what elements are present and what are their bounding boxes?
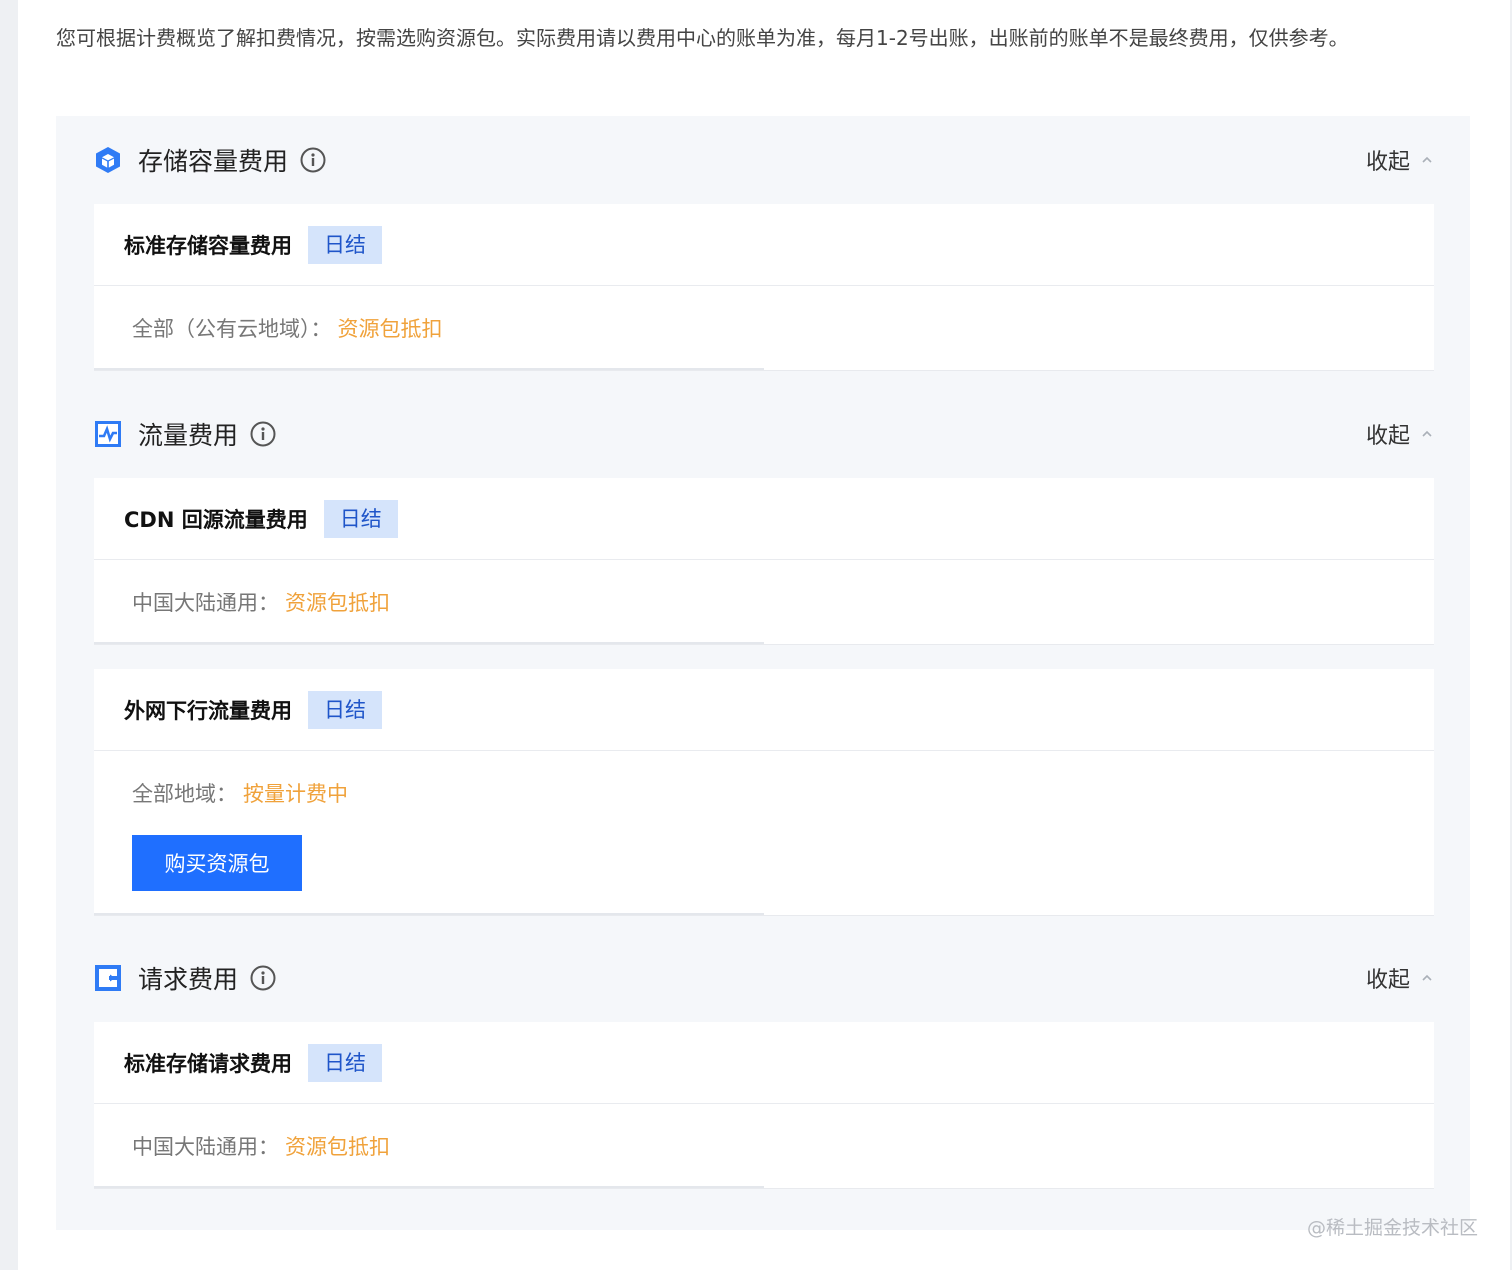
section-title-requests: 请求费用 — [138, 965, 239, 994]
billing-row: 全部地域： 按量计费中 — [132, 751, 1396, 835]
card-body: 中国大陆通用： 资源包抵扣 — [94, 1104, 1434, 1188]
section-title-storage: 存储容量费用 — [138, 147, 289, 176]
settlement-tag: 日结 — [308, 1043, 382, 1082]
card-title: 标准存储请求费用 — [124, 1051, 292, 1076]
billing-row: 中国大陆通用： 资源包抵扣 — [132, 560, 1396, 644]
section-header-traffic: 流量费用 收起 — [94, 414, 1434, 454]
section-header-storage: 存储容量费用 收起 — [94, 140, 1434, 180]
billing-row: 中国大陆通用： 资源包抵扣 — [132, 1104, 1396, 1188]
row-value: 资源包抵扣 — [285, 591, 390, 615]
cube-icon — [94, 146, 122, 174]
intro-text: 您可根据计费概览了解扣费情况，按需选购资源包。实际费用请以费用中心的账单为准，每… — [56, 26, 1349, 50]
card-title: 外网下行流量费用 — [124, 698, 292, 723]
card-header: 标准存储容量费用 日结 — [94, 204, 1434, 286]
watermark: @稀土掘金技术社区 — [1306, 1217, 1478, 1239]
divider — [94, 913, 764, 915]
card-standard-storage: 标准存储容量费用 日结 全部（公有云地域）： 资源包抵扣 — [94, 204, 1434, 370]
collapse-button-storage[interactable]: 收起 — [1366, 140, 1434, 180]
request-icon — [94, 964, 122, 992]
buy-resource-pack-button[interactable]: 购买资源包 — [132, 835, 302, 891]
card-header: 标准存储请求费用 日结 — [94, 1022, 1434, 1104]
chevron-up-icon — [1420, 153, 1434, 167]
card-header: 外网下行流量费用 日结 — [94, 669, 1434, 751]
divider — [94, 1186, 764, 1188]
divider — [94, 368, 764, 370]
billing-row: 全部（公有云地域）： 资源包抵扣 — [132, 286, 1396, 370]
row-label: 全部（公有云地域）： — [132, 317, 332, 341]
info-icon[interactable] — [250, 421, 276, 447]
divider — [94, 642, 764, 644]
collapse-label: 收起 — [1365, 424, 1410, 449]
collapse-button-traffic[interactable]: 收起 — [1366, 414, 1434, 454]
settlement-tag: 日结 — [308, 225, 382, 264]
settlement-tag: 日结 — [323, 499, 398, 538]
collapse-label: 收起 — [1365, 968, 1410, 993]
info-icon[interactable] — [300, 147, 326, 173]
billing-panel: 存储容量费用 收起 标准存储容量费用 日结 全部（公有云地域）： 资源包抵扣 流… — [56, 116, 1470, 1230]
traffic-chart-icon — [94, 420, 122, 448]
row-value: 资源包抵扣 — [337, 317, 443, 341]
chevron-up-icon — [1420, 971, 1434, 985]
row-value: 按量计费中 — [243, 782, 348, 806]
card-body: 中国大陆通用： 资源包抵扣 — [94, 560, 1434, 644]
section-header-requests: 请求费用 收起 — [94, 958, 1434, 998]
row-label: 全部地域： — [132, 782, 237, 806]
row-value: 资源包抵扣 — [285, 1135, 390, 1159]
card-title: 标准存储容量费用 — [124, 233, 292, 258]
page: 您可根据计费概览了解扣费情况，按需选购资源包。实际费用请以费用中心的账单为准，每… — [18, 0, 1510, 1270]
info-icon[interactable] — [250, 965, 276, 991]
card-cdn-origin-traffic: CDN 回源流量费用 日结 中国大陆通用： 资源包抵扣 — [94, 478, 1434, 644]
settlement-tag: 日结 — [308, 690, 382, 729]
collapse-button-requests[interactable]: 收起 — [1366, 958, 1434, 998]
card-body: 全部（公有云地域）： 资源包抵扣 — [94, 286, 1434, 370]
card-title: CDN 回源流量费用 — [124, 507, 308, 532]
card-header: CDN 回源流量费用 日结 — [94, 478, 1434, 560]
card-body: 全部地域： 按量计费中 购买资源包 — [94, 751, 1434, 891]
card-outbound-traffic: 外网下行流量费用 日结 全部地域： 按量计费中 购买资源包 — [94, 669, 1434, 915]
section-title-traffic: 流量费用 — [138, 421, 239, 450]
card-standard-requests: 标准存储请求费用 日结 中国大陆通用： 资源包抵扣 — [94, 1022, 1434, 1188]
row-label: 中国大陆通用： — [132, 591, 279, 615]
chevron-up-icon — [1420, 427, 1434, 441]
collapse-label: 收起 — [1365, 150, 1410, 175]
row-label: 中国大陆通用： — [132, 1135, 279, 1159]
